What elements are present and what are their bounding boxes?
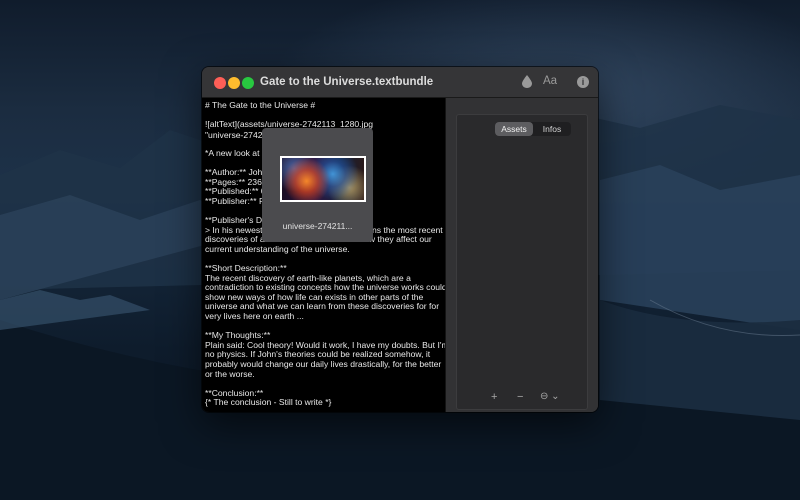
minimize-window-button[interactable] bbox=[228, 77, 240, 89]
asset-thumbnail bbox=[280, 156, 366, 202]
font-settings-button[interactable]: Aa bbox=[543, 75, 557, 87]
info-button[interactable]: i bbox=[577, 76, 589, 88]
editor-line: {* The conclusion - Still to write *} bbox=[205, 397, 332, 408]
sidebar-panel: Assets Infos bbox=[456, 114, 588, 410]
title-bar: Gate to the Universe.textbundle Aa i bbox=[202, 67, 598, 98]
editor-line: very lives here on earth ... bbox=[205, 311, 304, 322]
add-asset-button[interactable]: + bbox=[491, 387, 497, 407]
tab-infos[interactable]: Infos bbox=[533, 122, 571, 136]
remove-asset-button[interactable]: − bbox=[517, 387, 523, 407]
tab-assets[interactable]: Assets bbox=[495, 122, 533, 136]
more-actions-button[interactable]: ⊖ ⌄ bbox=[540, 387, 560, 407]
editor-line: or the worse. bbox=[205, 368, 255, 379]
window-title: Gate to the Universe.textbundle bbox=[260, 76, 434, 88]
sidebar: Assets Infos + − ⊖ ⌄ bbox=[446, 98, 598, 412]
asset-item[interactable]: universe-274211... bbox=[262, 128, 373, 242]
nebula-image bbox=[282, 158, 364, 200]
editor-line: # The Gate to the Universe # bbox=[205, 100, 316, 110]
editor-line: current understanding of the universe. bbox=[205, 243, 350, 254]
sidebar-segmented-control: Assets Infos bbox=[495, 122, 571, 136]
maximize-window-button[interactable] bbox=[242, 77, 254, 89]
sidebar-toolbar: + − ⊖ ⌄ bbox=[446, 387, 598, 407]
close-window-button[interactable] bbox=[214, 77, 226, 89]
asset-filename: universe-274211... bbox=[282, 221, 353, 231]
drop-icon[interactable] bbox=[522, 75, 532, 91]
drop-icon-glyph bbox=[522, 75, 532, 88]
